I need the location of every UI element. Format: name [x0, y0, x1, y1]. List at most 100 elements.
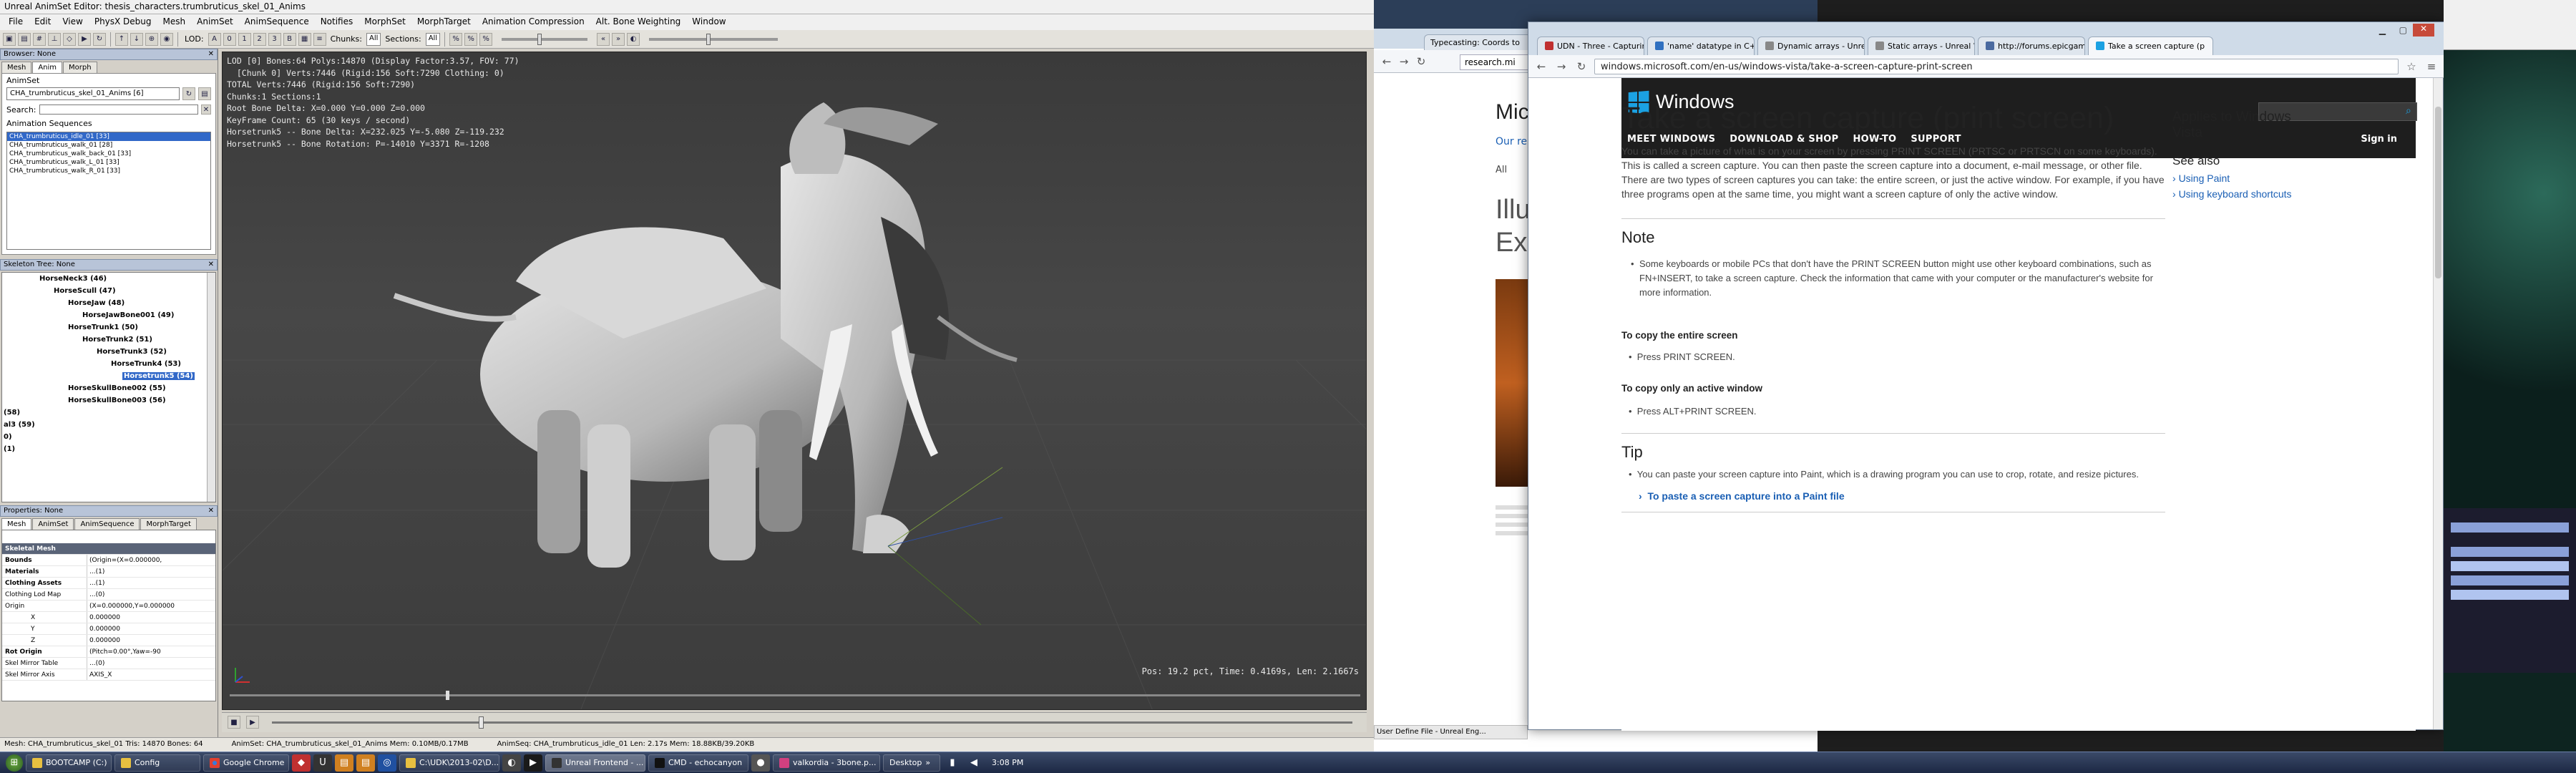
- reload-icon[interactable]: ↻: [1414, 54, 1428, 69]
- property-row[interactable]: Skel Mirror Axis AXIS_X: [2, 669, 215, 681]
- tree-node[interactable]: HorseTrunk1 (50): [2, 321, 215, 334]
- rewind-icon[interactable]: «: [597, 32, 610, 46]
- property-row[interactable]: Skel Mirror Table ...(0): [2, 658, 215, 669]
- 3d-viewport[interactable]: LOD [0] Bones:64 Polys:14870 (Display Fa…: [222, 52, 1367, 710]
- blend-slider[interactable]: [649, 33, 779, 45]
- property-row[interactable]: Materials ...(1): [2, 566, 215, 578]
- lod-1-icon[interactable]: 1: [238, 32, 251, 46]
- percent-icon[interactable]: %: [479, 32, 493, 46]
- lod-auto-icon[interactable]: A: [208, 32, 221, 46]
- taskbar-item[interactable]: Google Chrome: [203, 754, 289, 772]
- tree-node[interactable]: HorseTrunk2 (51): [2, 334, 215, 346]
- app-icon[interactable]: ▶: [524, 754, 542, 772]
- tree-node[interactable]: HorseTrunk4 (53): [2, 358, 215, 370]
- volume-icon[interactable]: ◀: [965, 754, 983, 772]
- property-row[interactable]: Origin (X=0.000000,Y=0.000000: [2, 601, 215, 612]
- percent-icon[interactable]: %: [464, 32, 478, 46]
- menu-physx-debug[interactable]: PhysX Debug: [89, 14, 157, 30]
- close-icon[interactable]: ✕: [2413, 24, 2434, 37]
- forward-icon[interactable]: »: [612, 32, 625, 46]
- tree-node[interactable]: HorseSkullBone002 (55): [2, 382, 215, 394]
- animset-select[interactable]: CHA_trumbruticus_skel_01_Anims [6]: [6, 87, 180, 100]
- taskbar-item[interactable]: C:\UDK\2013-02\D...: [399, 754, 499, 772]
- loop-icon[interactable]: ↻: [93, 32, 106, 46]
- scrollbar[interactable]: [207, 273, 215, 502]
- list-item[interactable]: CHA_trumbruticus_walk_back_01 [33]: [7, 150, 210, 158]
- menu-edit[interactable]: Edit: [29, 14, 57, 30]
- property-row[interactable]: Y 0.000000: [2, 623, 215, 635]
- paint-link[interactable]: › To paste a screen capture into a Paint…: [1639, 490, 1845, 502]
- taskbar-item[interactable]: CMD - echocanyon: [648, 754, 748, 772]
- browser-tab[interactable]: Typecasting: Coords to: [1424, 34, 1531, 50]
- reload-icon[interactable]: ↻: [1574, 59, 1589, 74]
- speed-slider[interactable]: [502, 33, 588, 45]
- tree-node[interactable]: 0): [2, 431, 215, 443]
- refresh-icon[interactable]: ↻: [182, 87, 195, 100]
- menu-view[interactable]: View: [57, 14, 88, 30]
- menu-alt-bone-weighting[interactable]: Alt. Bone Weighting: [590, 14, 687, 30]
- list-item[interactable]: CHA_trumbruticus_walk_L_01 [33]: [7, 158, 210, 167]
- back-icon[interactable]: ←: [1380, 54, 1394, 69]
- page-link[interactable]: Our re: [1496, 136, 1527, 147]
- tab-anim[interactable]: Anim: [32, 62, 63, 73]
- forward-icon[interactable]: →: [1397, 54, 1411, 69]
- sign-in-link[interactable]: Sign in: [2361, 134, 2397, 145]
- tab-animsequence[interactable]: AnimSequence: [74, 518, 140, 530]
- sections-select[interactable]: All: [425, 32, 441, 46]
- taskbar-item[interactable]: BOOTCAMP (C:): [26, 754, 112, 772]
- tree-node[interactable]: HorseTrunk3 (52): [2, 346, 215, 358]
- play-icon[interactable]: ▶: [246, 716, 259, 729]
- play-icon[interactable]: ▶: [78, 32, 91, 46]
- lod-0-icon[interactable]: 0: [223, 32, 236, 46]
- search-icon[interactable]: ⌕: [2406, 105, 2417, 118]
- link-icon[interactable]: ⊕: [145, 32, 158, 46]
- start-icon[interactable]: ⊞: [6, 754, 23, 772]
- tree-node[interactable]: (1): [2, 443, 215, 455]
- property-row[interactable]: Bounds (Origin=(X=0.000000,: [2, 555, 215, 566]
- percent-icon[interactable]: %: [449, 32, 463, 46]
- camera-icon[interactable]: ◉: [160, 32, 173, 46]
- menu-notifies[interactable]: Notifies: [315, 14, 359, 30]
- maximize-icon[interactable]: ▢: [2399, 25, 2407, 35]
- up-arrow-icon[interactable]: ↑: [115, 32, 128, 46]
- tab-mesh[interactable]: Mesh: [1, 518, 32, 530]
- menu-morphtarget[interactable]: MorphTarget: [411, 14, 477, 30]
- browser-tab[interactable]: http://forums.epicgame: [1978, 37, 2085, 55]
- taskbar-item[interactable]: Config: [114, 754, 200, 772]
- property-row[interactable]: Rot Origin (Pitch=0.00°,Yaw=-90: [2, 646, 215, 658]
- app-icon[interactable]: U: [313, 754, 332, 772]
- image-icon[interactable]: ▦: [298, 32, 311, 46]
- menu-file[interactable]: File: [3, 14, 29, 30]
- keyboard-shortcuts-link[interactable]: › Using keyboard shortcuts: [2172, 188, 2316, 200]
- taskbar-item[interactable]: Unreal Frontend - ...: [545, 754, 645, 772]
- app-icon[interactable]: ◆: [292, 754, 311, 772]
- property-row[interactable]: Z 0.000000: [2, 635, 215, 646]
- scrollbar[interactable]: [2433, 78, 2443, 729]
- tab-morphtarget[interactable]: MorphTarget: [140, 518, 197, 530]
- property-section[interactable]: Skeletal Mesh: [2, 543, 215, 555]
- tree-node-selected[interactable]: Horsetrunk5 (54): [2, 370, 215, 382]
- menu-morphset[interactable]: MorphSet: [358, 14, 411, 30]
- menu-icon[interactable]: ≡: [2424, 59, 2439, 74]
- close-icon[interactable]: ✕: [208, 50, 214, 59]
- menu-animset[interactable]: AnimSet: [191, 14, 239, 30]
- forward-icon[interactable]: →: [1554, 59, 1568, 74]
- tab-animset[interactable]: AnimSet: [32, 518, 74, 530]
- desktop-toolbar[interactable]: Desktop »: [883, 754, 940, 772]
- stop-icon[interactable]: ■: [228, 716, 240, 729]
- tree-node[interactable]: HorseSkullBone003 (56): [2, 394, 215, 407]
- tab-morph[interactable]: Morph: [63, 62, 97, 73]
- app-icon[interactable]: ◎: [378, 754, 396, 772]
- network-icon[interactable]: ▮: [943, 754, 962, 772]
- tree-node[interactable]: HorseJaw (48): [2, 297, 215, 309]
- browse-icon[interactable]: ▤: [198, 87, 211, 100]
- url-field[interactable]: windows.microsoft.com/en-us/windows-vist…: [1594, 58, 2399, 74]
- blend-icon[interactable]: ◐: [627, 32, 640, 46]
- browser-tab-active[interactable]: Take a screen capture (p: [2088, 37, 2213, 55]
- open-icon[interactable]: ▤: [18, 32, 31, 46]
- minimize-icon[interactable]: ▁: [2379, 25, 2386, 35]
- app-icon[interactable]: ▤: [356, 754, 375, 772]
- browser-tab[interactable]: UDN - Three - Capturing: [1537, 37, 1644, 55]
- close-icon[interactable]: ✕: [208, 261, 214, 269]
- lod-2-icon[interactable]: 2: [253, 32, 266, 46]
